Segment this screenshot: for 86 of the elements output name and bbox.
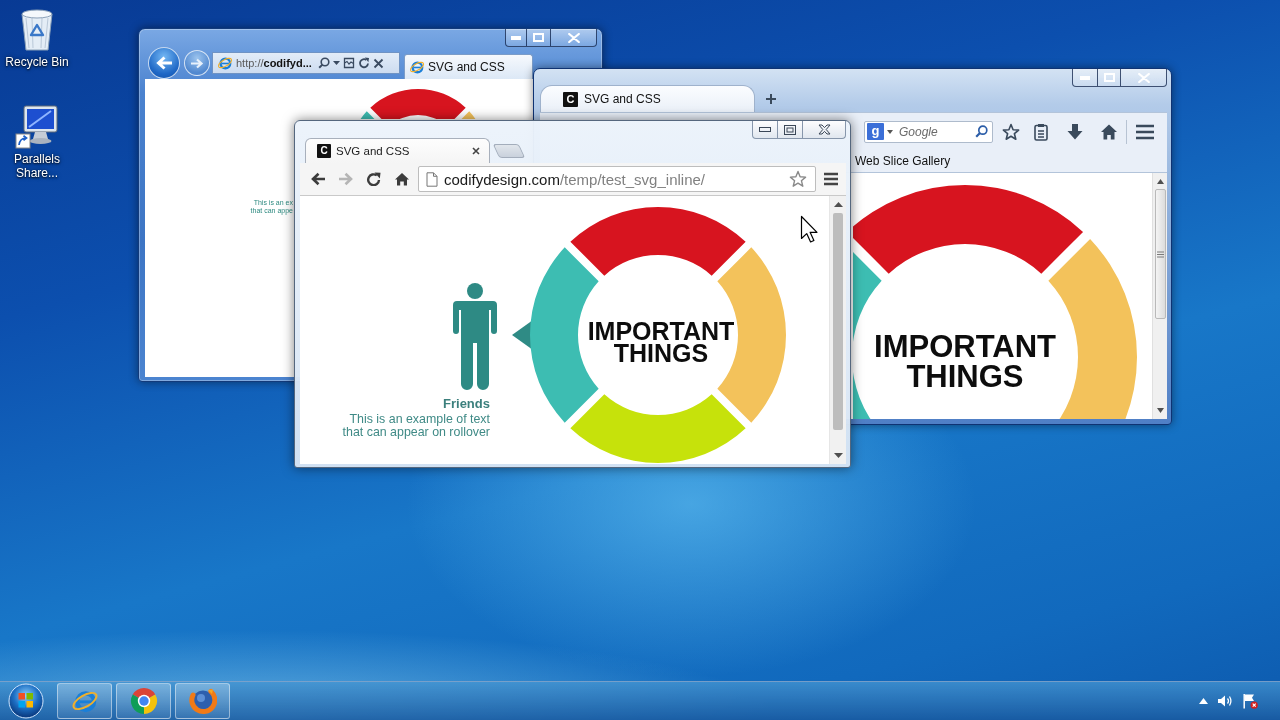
start-button[interactable] xyxy=(7,682,45,720)
monitor-shortcut-icon[interactable] xyxy=(15,103,59,149)
reload-icon[interactable] xyxy=(365,172,382,186)
browser-logo-icon xyxy=(188,687,217,715)
maximize-button[interactable] xyxy=(527,29,551,47)
caret-down-icon[interactable] xyxy=(332,61,340,65)
minimize-icon xyxy=(511,35,521,40)
bookmark-item[interactable]: Web Slice Gallery xyxy=(855,154,951,168)
forward-button[interactable] xyxy=(184,50,210,76)
scrollbar-thumb[interactable] xyxy=(833,213,843,430)
vertical-scrollbar[interactable] xyxy=(1152,173,1167,419)
minimize-button[interactable] xyxy=(752,121,778,139)
caption-title: Friends xyxy=(442,396,490,411)
close-icon xyxy=(567,32,580,43)
grip-icon xyxy=(1156,250,1164,258)
clipboard-icon[interactable] xyxy=(1032,122,1050,141)
search-icon[interactable] xyxy=(317,57,330,69)
back-arrow-icon[interactable] xyxy=(309,172,326,186)
address-field[interactable]: codifydesign.com/temp/test_svg_inline/ xyxy=(418,166,816,192)
forward-arrow-icon xyxy=(190,57,204,69)
ring-center-label: IMPORTANT THINGS xyxy=(586,320,736,364)
browser-logo-icon xyxy=(129,687,158,715)
browser-logo-icon xyxy=(409,59,425,75)
taskbar-app-button[interactable] xyxy=(175,683,230,719)
star-icon[interactable] xyxy=(1002,122,1020,141)
restore-icon xyxy=(784,124,796,135)
close-icon[interactable] xyxy=(472,147,480,155)
url-text: codifydesign.com/temp/test_svg_inline/ xyxy=(444,170,705,188)
taskbar-app-button[interactable] xyxy=(116,683,171,719)
windows-logo-icon xyxy=(8,683,44,719)
refresh-icon[interactable] xyxy=(357,57,370,69)
page-icon xyxy=(426,171,438,187)
site-favicon: C xyxy=(563,91,578,107)
menu-icon[interactable] xyxy=(1135,122,1155,141)
minimize-icon xyxy=(1080,75,1090,80)
minimize-icon xyxy=(759,127,771,132)
close-button[interactable] xyxy=(1121,69,1167,87)
scroll-down-icon[interactable] xyxy=(833,453,843,458)
minimize-button[interactable] xyxy=(1072,69,1098,87)
scrollbar-thumb[interactable] xyxy=(1154,189,1166,319)
maximize-icon xyxy=(1103,73,1115,82)
search-field[interactable]: Google xyxy=(896,122,972,141)
new-tab-button[interactable] xyxy=(764,91,778,106)
browser-tab[interactable]: C SVG and CSS xyxy=(305,138,490,163)
caret-down-icon[interactable] xyxy=(887,129,893,134)
desktop-icon-label[interactable]: Recycle Bin xyxy=(1,55,73,69)
search-engine-badge[interactable]: g xyxy=(867,123,884,140)
show-hidden-icons-icon[interactable] xyxy=(1199,698,1208,704)
browser-tab[interactable]: C SVG and CSS xyxy=(540,85,755,112)
minimize-button[interactable] xyxy=(505,29,527,47)
taskbar-app-button[interactable] xyxy=(57,683,112,719)
close-button[interactable] xyxy=(551,29,597,47)
download-arrow-icon[interactable] xyxy=(1066,122,1084,141)
search-icon[interactable] xyxy=(975,125,988,138)
back-button[interactable] xyxy=(148,47,180,79)
person-icon xyxy=(453,283,497,390)
flag-icon[interactable] xyxy=(1242,693,1258,709)
plus-icon xyxy=(765,92,777,105)
restore-button[interactable] xyxy=(778,121,803,139)
mouse-pointer-icon xyxy=(800,215,819,244)
maximize-button[interactable] xyxy=(1098,69,1121,87)
browser-logo-icon xyxy=(217,55,233,71)
caption-text: This is an example of text that can appear on rollover xyxy=(341,413,490,438)
address-field[interactable]: http://codifyd... xyxy=(212,52,400,74)
ring-center-label: IMPORTANT THINGS xyxy=(873,332,1057,392)
menu-icon[interactable] xyxy=(823,172,839,186)
speaker-icon[interactable] xyxy=(1217,694,1233,708)
home-icon[interactable] xyxy=(1100,122,1118,141)
maximize-icon xyxy=(533,33,544,42)
search-box[interactable]: g Google xyxy=(864,120,993,143)
home-icon[interactable] xyxy=(393,172,410,186)
browser-tab[interactable]: SVG and CSS xyxy=(404,54,533,79)
close-button[interactable] xyxy=(803,121,846,139)
star-icon[interactable] xyxy=(789,170,807,188)
close-icon xyxy=(1137,72,1150,83)
scroll-down-icon[interactable] xyxy=(1156,408,1164,413)
url-text: http://codifyd... xyxy=(236,57,312,69)
scroll-up-icon[interactable] xyxy=(1156,179,1164,184)
desktop-icon-label[interactable]: Parallels Share... xyxy=(1,152,73,180)
site-favicon: C xyxy=(317,144,331,158)
back-arrow-icon xyxy=(155,56,173,70)
close-icon xyxy=(817,124,831,135)
scroll-up-icon[interactable] xyxy=(833,202,843,207)
torn-page-icon[interactable] xyxy=(342,57,355,69)
stop-icon[interactable] xyxy=(372,57,384,69)
vertical-scrollbar[interactable] xyxy=(829,196,846,464)
